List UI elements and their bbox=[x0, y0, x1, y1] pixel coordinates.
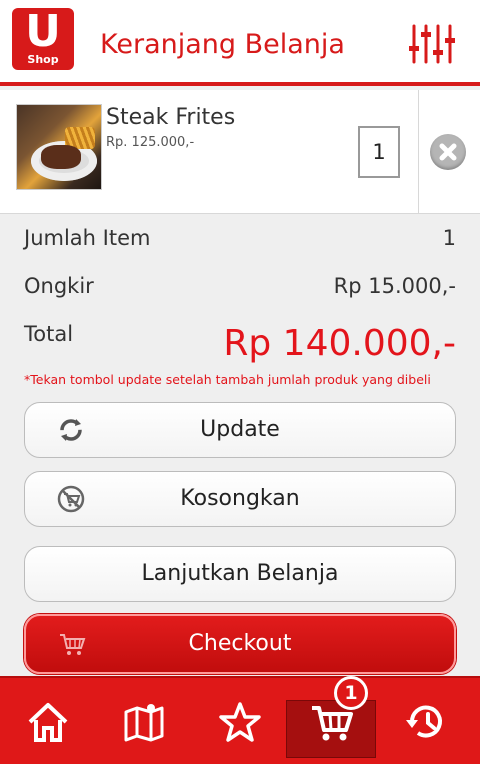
nav-map[interactable] bbox=[96, 678, 192, 764]
cart-count-badge: 1 bbox=[334, 676, 368, 710]
history-icon bbox=[406, 705, 442, 738]
empty-cart-icon bbox=[57, 485, 85, 513]
total-label: Total bbox=[24, 322, 74, 346]
update-hint: *Tekan tombol update setelah tambah juml… bbox=[24, 372, 431, 387]
update-label: Update bbox=[200, 417, 280, 442]
empty-cart-label: Kosongkan bbox=[180, 486, 300, 511]
shipping-value: Rp 15.000,- bbox=[333, 274, 456, 298]
checkout-label: Checkout bbox=[188, 631, 292, 656]
remove-item-button[interactable] bbox=[430, 134, 466, 170]
page-title: Keranjang Belanja bbox=[100, 29, 345, 60]
summary-total: Total Rp 140.000,- bbox=[24, 320, 456, 368]
map-icon bbox=[124, 704, 164, 742]
checkout-button[interactable]: Checkout bbox=[24, 614, 456, 674]
refresh-icon bbox=[60, 419, 82, 441]
continue-shopping-button[interactable]: Lanjutkan Belanja bbox=[24, 546, 456, 602]
product-price: Rp. 125.000,- bbox=[106, 135, 195, 150]
logo-subtext: Shop bbox=[27, 53, 59, 66]
sliders-icon bbox=[409, 24, 455, 64]
nav-home[interactable] bbox=[0, 678, 96, 764]
product-name: Steak Frites bbox=[106, 105, 236, 130]
star-icon bbox=[219, 702, 261, 742]
empty-cart-button[interactable]: Kosongkan bbox=[24, 471, 456, 527]
close-icon bbox=[439, 143, 457, 161]
bottom-nav bbox=[0, 676, 480, 764]
cart-icon bbox=[60, 634, 86, 655]
cart-screen: U Shop Keranjang Belanja Steak Frites Rp… bbox=[0, 0, 480, 764]
continue-shopping-label: Lanjutkan Belanja bbox=[141, 561, 339, 586]
app-header: U Shop Keranjang Belanja bbox=[0, 0, 480, 86]
cart-item-row: Steak Frites Rp. 125.000,- 1 bbox=[0, 90, 480, 214]
divider bbox=[418, 90, 419, 214]
logo-letter: U bbox=[25, 6, 61, 57]
quantity-field[interactable]: 1 bbox=[358, 126, 400, 178]
home-icon bbox=[28, 703, 68, 742]
shipping-label: Ongkir bbox=[24, 274, 94, 298]
nav-favorites[interactable] bbox=[192, 678, 288, 764]
app-logo[interactable]: U Shop bbox=[12, 8, 74, 70]
item-count-label: Jumlah Item bbox=[24, 226, 151, 250]
summary-item-count: Jumlah Item 1 bbox=[24, 224, 456, 254]
total-value: Rp 140.000,- bbox=[223, 323, 456, 364]
nav-history[interactable] bbox=[378, 678, 474, 764]
update-button[interactable]: Update bbox=[24, 402, 456, 458]
summary-shipping: Ongkir Rp 15.000,- bbox=[24, 272, 456, 302]
item-count-value: 1 bbox=[442, 226, 456, 250]
product-image bbox=[16, 104, 102, 190]
settings-sliders-button[interactable] bbox=[404, 20, 460, 68]
